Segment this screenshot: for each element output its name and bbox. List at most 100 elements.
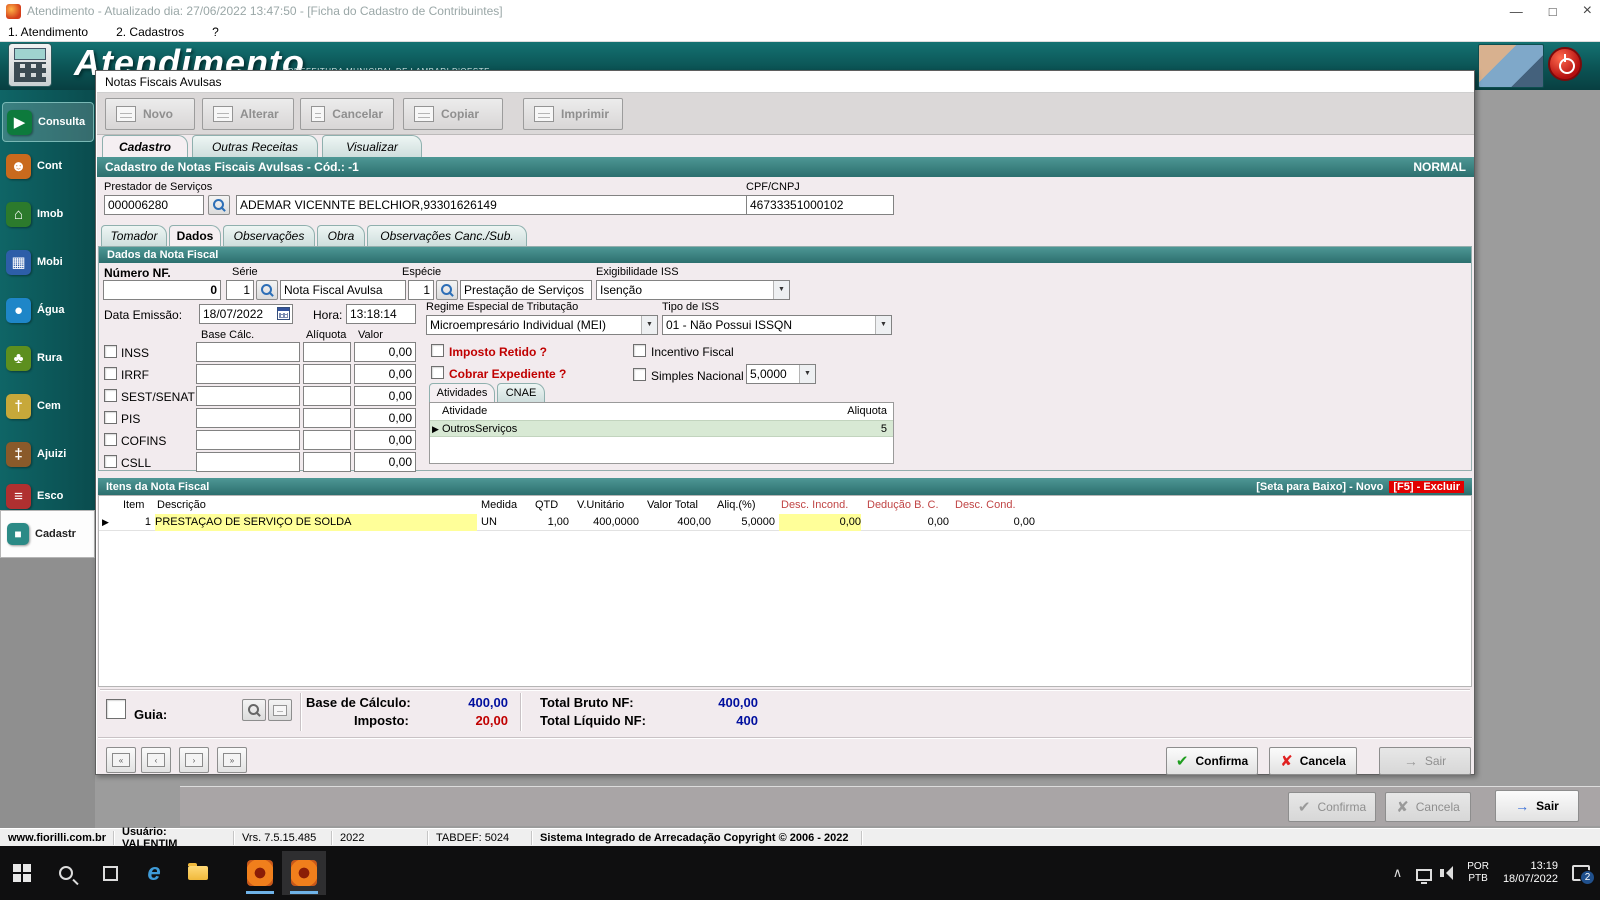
cofins-aliquota-field[interactable] xyxy=(303,430,351,450)
cancelar-button[interactable]: Cancelar xyxy=(300,98,394,130)
imposto-retido-checkbox[interactable] xyxy=(431,344,444,357)
close-icon[interactable]: × xyxy=(1583,2,1592,20)
tab-tomador[interactable]: Tomador xyxy=(101,225,167,246)
pis-base-field[interactable] xyxy=(196,408,300,428)
confirma-button[interactable]: ✔ Confirma xyxy=(1166,747,1258,775)
item-row[interactable]: ▶ 1 PRESTAÇAO DE SERVIÇO DE SOLDA UN 1,0… xyxy=(99,514,1471,531)
menu-atendimento[interactable]: 1. Atendimento xyxy=(8,25,88,39)
exigibilidade-select[interactable]: Isenção ▼ xyxy=(596,280,790,300)
guia-checkbox[interactable] xyxy=(106,699,126,719)
tray-chevron-icon[interactable]: ∧ xyxy=(1393,865,1403,881)
edge-button[interactable]: e xyxy=(132,851,176,895)
power-button[interactable] xyxy=(1548,47,1582,81)
regime-select[interactable]: Microempresário Individual (MEI) ▼ xyxy=(426,315,658,335)
sest-aliquota-field[interactable] xyxy=(303,386,351,406)
tipo-iss-select[interactable]: 01 - Não Possui ISSQN ▼ xyxy=(662,315,892,335)
irrf-aliquota-field[interactable] xyxy=(303,364,351,384)
task-view-button[interactable] xyxy=(88,851,132,895)
outer-sair-button[interactable]: → Sair xyxy=(1495,790,1579,822)
irrf-checkbox[interactable] xyxy=(104,367,117,380)
tab-visualizar[interactable]: Visualizar xyxy=(322,135,422,157)
pis-aliquota-field[interactable] xyxy=(303,408,351,428)
minimize-icon[interactable]: — xyxy=(1510,4,1523,19)
tab-obra[interactable]: Obra xyxy=(317,225,365,246)
calendar-icon[interactable] xyxy=(277,307,290,320)
speaker-icon[interactable] xyxy=(1440,866,1454,880)
especie-field[interactable]: 1 xyxy=(408,280,434,300)
cofins-base-field[interactable] xyxy=(196,430,300,450)
novo-button[interactable]: Novo xyxy=(105,98,195,130)
sest-checkbox[interactable] xyxy=(104,389,117,402)
tab-cnae[interactable]: CNAE xyxy=(497,383,545,402)
menu-help[interactable]: ? xyxy=(212,25,219,39)
sest-valor-field[interactable]: 0,00 xyxy=(354,386,416,406)
inss-base-field[interactable] xyxy=(196,342,300,362)
cofins-valor-field[interactable]: 0,00 xyxy=(354,430,416,450)
pis-valor-field[interactable]: 0,00 xyxy=(354,408,416,428)
sidebar-item-agua[interactable]: ● Água xyxy=(2,290,94,330)
tab-observacoes[interactable]: Observações xyxy=(223,225,315,246)
csll-aliquota-field[interactable] xyxy=(303,452,351,472)
csll-checkbox[interactable] xyxy=(104,455,117,468)
taskbar-search-button[interactable] xyxy=(44,851,88,895)
imprimir-button[interactable]: Imprimir xyxy=(523,98,623,130)
irrf-base-field[interactable] xyxy=(196,364,300,384)
guia-print-button[interactable] xyxy=(268,699,292,721)
prestador-search-button[interactable] xyxy=(208,195,230,215)
sidebar-item-ajuizamento[interactable]: ‡ Ajuizi xyxy=(2,434,94,474)
file-explorer-button[interactable] xyxy=(176,851,220,895)
sidebar-group-cadastros[interactable]: ■ Cadastr xyxy=(0,510,95,558)
nav-next-button[interactable]: › xyxy=(179,747,209,773)
sidebar-item-consulta[interactable]: ▶ Consulta xyxy=(2,102,94,142)
tab-cadastro[interactable]: Cadastro xyxy=(102,135,188,157)
serie-field[interactable]: 1 xyxy=(226,280,254,300)
clock[interactable]: 13:19 18/07/2022 xyxy=(1503,860,1558,886)
cancela-button[interactable]: ✘ Cancela xyxy=(1269,747,1357,775)
cpf-field[interactable]: 46733351000102 xyxy=(746,195,894,215)
inss-aliquota-field[interactable] xyxy=(303,342,351,362)
sest-base-field[interactable] xyxy=(196,386,300,406)
start-button[interactable] xyxy=(0,851,44,895)
numero-field[interactable]: 0 xyxy=(103,280,221,300)
inss-checkbox[interactable] xyxy=(104,345,117,358)
pis-checkbox[interactable] xyxy=(104,411,117,424)
prestador-name-field[interactable]: ADEMAR VICENNTE BELCHIOR,93301626149 xyxy=(236,195,766,215)
language-indicator[interactable]: POR PTB xyxy=(1467,861,1489,885)
hora-field[interactable]: 13:18:14 xyxy=(346,304,416,324)
menu-cadastros[interactable]: 2. Cadastros xyxy=(116,25,184,39)
inss-valor-field[interactable]: 0,00 xyxy=(354,342,416,362)
copiar-button[interactable]: Copiar xyxy=(403,98,503,130)
sidebar-item-rural[interactable]: ♣ Rura xyxy=(2,338,94,378)
tab-observacoes-canc[interactable]: Observações Canc./Sub. xyxy=(367,225,527,246)
outer-cancela-button[interactable]: ✘ Cancela xyxy=(1385,792,1471,822)
sidebar-item-cemiterio[interactable]: † Cem xyxy=(2,386,94,426)
simples-nacional-checkbox[interactable] xyxy=(633,368,646,381)
incentivo-fiscal-checkbox[interactable] xyxy=(633,344,646,357)
fiorilli-app-button[interactable] xyxy=(238,851,282,895)
sidebar-item-imobiliario[interactable]: ⌂ Imob xyxy=(2,194,94,234)
csll-valor-field[interactable]: 0,00 xyxy=(354,452,416,472)
outer-confirma-button[interactable]: ✔ Confirma xyxy=(1288,792,1376,822)
tab-outras-receitas[interactable]: Outras Receitas xyxy=(192,135,318,157)
sidebar-item-mobiliario[interactable]: ▦ Mobi xyxy=(2,242,94,282)
serie-search-button[interactable] xyxy=(256,280,278,300)
alterar-button[interactable]: Alterar xyxy=(202,98,294,130)
maximize-icon[interactable]: □ xyxy=(1549,4,1557,19)
cofins-checkbox[interactable] xyxy=(104,433,117,446)
sidebar-item-contribuintes[interactable]: ☻ Cont xyxy=(2,146,94,186)
sair-button[interactable]: → Sair xyxy=(1379,747,1471,775)
tab-dados[interactable]: Dados xyxy=(169,225,221,246)
csll-base-field[interactable] xyxy=(196,452,300,472)
guia-search-button[interactable] xyxy=(242,699,266,721)
simples-aliquota-select[interactable]: 5,0000 ▼ xyxy=(746,364,816,384)
nav-last-button[interactable]: » xyxy=(217,747,247,773)
notification-icon[interactable]: 2 xyxy=(1572,865,1595,885)
fiorilli-app-active-button[interactable] xyxy=(282,851,326,895)
tab-atividades[interactable]: Atividades xyxy=(429,383,495,402)
data-emissao-field[interactable]: 18/07/2022 xyxy=(199,304,293,324)
network-icon[interactable] xyxy=(1416,868,1433,884)
nav-prev-button[interactable]: ‹ xyxy=(141,747,171,773)
prestador-code-field[interactable]: 000006280 xyxy=(104,195,204,215)
irrf-valor-field[interactable]: 0,00 xyxy=(354,364,416,384)
atividade-row[interactable]: ▶ OutrosServiços 5 xyxy=(430,420,893,437)
